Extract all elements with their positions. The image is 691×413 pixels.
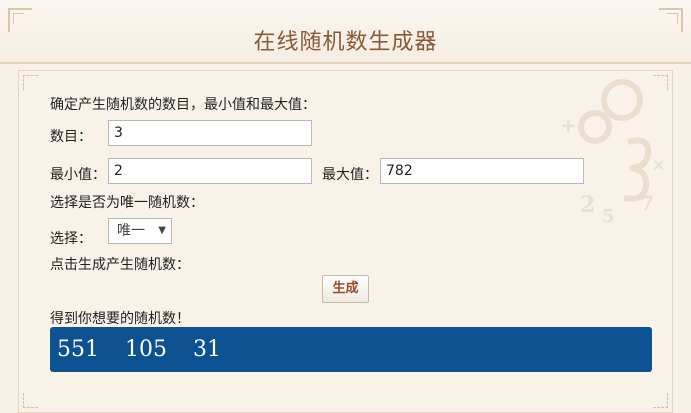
chevron-down-icon: ▼: [158, 225, 166, 236]
result-label: 得到你想要的随机数！: [50, 311, 190, 327]
page-title: 在线随机数生成器: [253, 30, 438, 55]
panel-corner: [23, 393, 38, 408]
numbers-decoration-icon: 2 5 7 + ×: [560, 79, 665, 227]
count-input[interactable]: 3: [108, 120, 312, 146]
svg-text:5: 5: [602, 206, 615, 227]
intro-label: 确定产生随机数的数目，最小值和最大值：: [50, 97, 316, 113]
panel-corner: [23, 75, 38, 90]
svg-text:2: 2: [580, 192, 595, 218]
unique-select-value: 唯一: [117, 223, 145, 239]
min-input[interactable]: 2: [108, 158, 312, 184]
unique-prompt: 选择是否为唯一随机数：: [50, 195, 204, 211]
svg-text:7: 7: [640, 191, 654, 215]
max-label: 最大值：: [322, 167, 378, 183]
svg-text:+: +: [560, 113, 577, 137]
header: 在线随机数生成器: [0, 0, 691, 64]
generate-button[interactable]: 生成: [322, 275, 369, 303]
result-value: 551 105 31: [57, 337, 221, 362]
unique-select[interactable]: 唯一 ▼: [108, 218, 172, 244]
choose-label: 选择：: [50, 231, 92, 247]
page-frame: 在线随机数生成器 2 5 7 + × 确定产生随机数的数目，最小值和最大值： 数…: [0, 0, 691, 413]
max-input[interactable]: 782: [380, 158, 584, 184]
generate-prompt: 点击生成产生随机数：: [50, 257, 190, 273]
svg-text:×: ×: [652, 155, 665, 174]
corner-ornament: [13, 13, 24, 24]
panel-corner: [653, 393, 668, 408]
min-label: 最小值：: [50, 167, 106, 183]
count-label: 数目：: [50, 129, 92, 145]
result-box: 551 105 31: [50, 327, 652, 372]
corner-ornament: [667, 13, 678, 24]
